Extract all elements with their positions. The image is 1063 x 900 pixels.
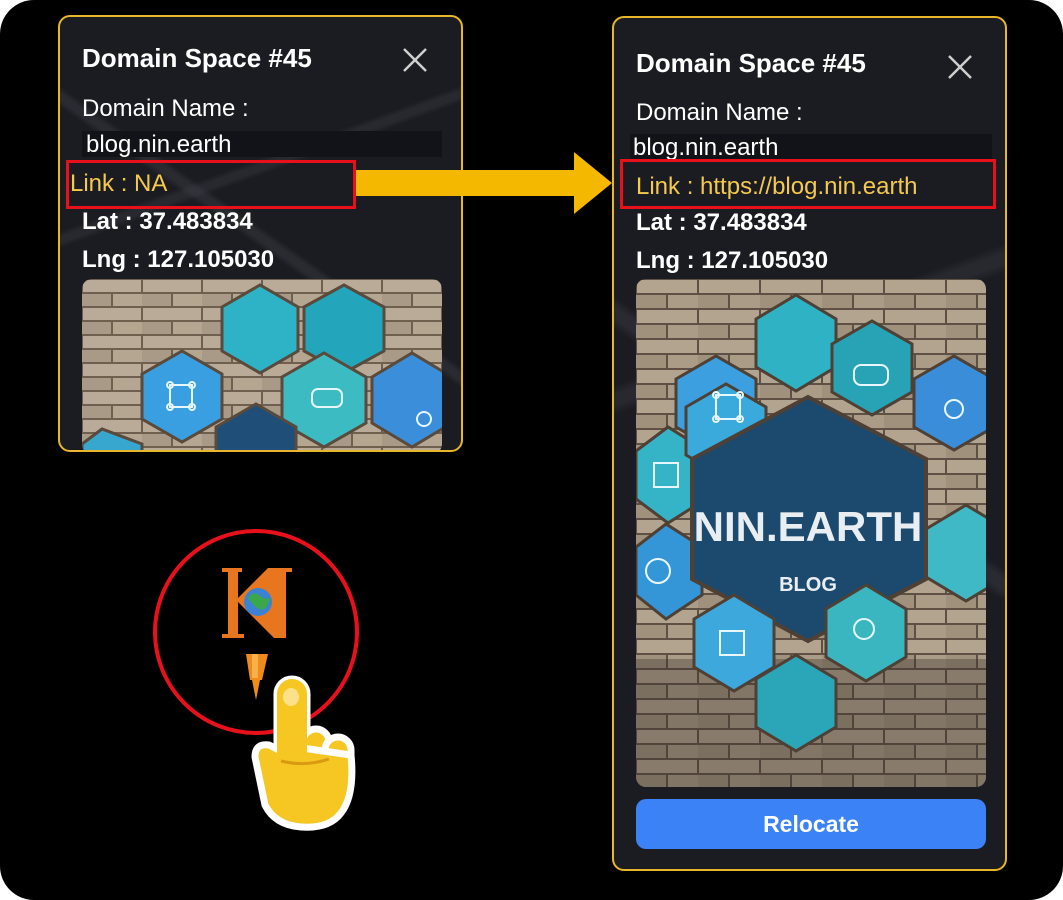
screenshot-frame: Domain Space #45 Domain Name : blog.nin.… xyxy=(0,0,1063,900)
relocate-button[interactable]: Relocate xyxy=(636,799,986,849)
domain-name-value: blog.nin.earth xyxy=(86,131,232,158)
pointing-hand-icon xyxy=(251,675,356,831)
image-subtitle-text: BLOG xyxy=(779,574,837,596)
hexagon-wall-image xyxy=(82,279,442,450)
popup-title: Domain Space #45 xyxy=(82,43,312,73)
close-icon[interactable] xyxy=(945,52,975,82)
lng-text: Lng : 127.105030 xyxy=(636,247,829,274)
lng-text: Lng : 127.105030 xyxy=(82,246,275,273)
domain-popup-before: Domain Space #45 Domain Name : blog.nin.… xyxy=(58,15,463,452)
domain-name-label: Domain Name : xyxy=(636,99,803,126)
lat-text: Lat : 37.483834 xyxy=(636,209,807,236)
domain-image: NIN.EARTH BLOG xyxy=(636,279,986,787)
arrow-right-icon xyxy=(356,152,612,214)
domain-image-thumbnail xyxy=(82,279,442,450)
lat-text: Lat : 37.483834 xyxy=(82,208,253,235)
image-title-text: NIN.EARTH xyxy=(694,503,923,550)
domain-name-value: blog.nin.earth xyxy=(633,134,779,161)
close-icon[interactable] xyxy=(400,45,430,75)
link-highlight-after xyxy=(620,159,996,209)
domain-popup-after: Domain Space #45 Domain Name : blog.nin.… xyxy=(612,16,1007,871)
domain-name-label: Domain Name : xyxy=(82,95,249,122)
popup-title: Domain Space #45 xyxy=(636,48,866,78)
link-highlight-before xyxy=(66,160,356,209)
